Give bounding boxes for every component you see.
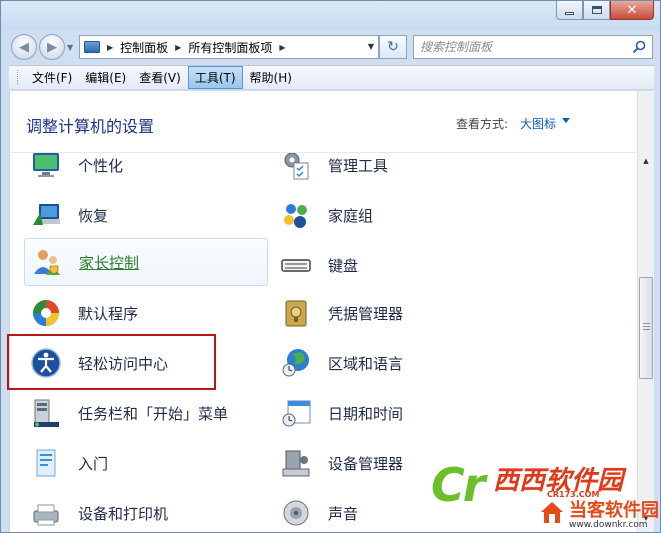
item-label: 轻松访问中心 [78,354,169,373]
homegroup-icon [284,204,307,228]
refresh-button[interactable]: ↻ [379,35,407,59]
control-panel-window: ✕ ◀ ▶ ▼ ▶ 控制面板 ▶ 所有控制面板项 ▶ ▼ ↻ 文件(F) 编辑(… [0,0,661,533]
menu-bar: 文件(F) 编辑(E) 查看(V) 工具(T) 帮助(H) [9,65,654,90]
menu-tools[interactable]: 工具(T) [187,66,243,89]
sound-icon [283,500,309,526]
maximize-icon [591,6,602,14]
forward-arrow-icon: ▶ [47,39,57,55]
address-dropdown-icon[interactable]: ▼ [368,42,374,51]
search-box[interactable] [413,35,653,59]
item-region-language[interactable]: 区域和语言 [274,339,624,387]
personalization-icon [33,153,59,177]
item-personalization[interactable]: 个性化 [24,153,268,189]
region-language-icon [282,349,309,377]
breadcrumb-all-items[interactable]: 所有控制面板项 [188,39,272,56]
item-label: 凭据管理器 [328,304,404,323]
item-label: 恢复 [78,206,109,225]
item-label: 个性化 [78,156,124,175]
item-label: 家长控制 [79,253,140,272]
credential-manager-icon [285,300,307,327]
control-panel-icon [84,41,100,53]
menu-view[interactable]: 查看(V) [133,66,187,89]
menu-file[interactable]: 文件(F) [26,66,78,89]
item-label: 设备和打印机 [78,504,169,523]
menu-grip [17,70,20,85]
breadcrumb-control-panel[interactable]: 控制面板 [120,39,168,56]
address-bar[interactable]: ▶ 控制面板 ▶ 所有控制面板项 ▶ ▼ [79,35,379,59]
item-parental-controls[interactable]: 家长控制 [24,238,268,286]
watermark-name-2: 当客软件园 [569,500,659,521]
watermark: Cr 西西软件园 CR173.COM 当客软件园 www.downkr.com [429,454,660,532]
maximize-button[interactable] [583,1,610,20]
getting-started-icon [36,449,56,477]
page-title: 调整计算机的设置 [26,117,155,136]
title-bar: ✕ [1,1,660,31]
back-arrow-icon: ◀ [19,39,29,55]
scroll-up-icon[interactable]: ▲ [638,153,654,169]
scrollbar-thumb[interactable] [639,277,653,379]
content-header: 调整计算机的设置 查看方式: 大图标 [10,91,638,153]
search-input[interactable] [414,36,614,58]
chevron-right-icon[interactable]: ▶ [279,43,285,52]
item-label: 设备管理器 [328,454,404,473]
watermark-logo: Cr [431,458,485,512]
item-taskbar-start-menu[interactable]: 任务栏和「开始」菜单 [24,389,268,437]
item-label: 声音 [328,504,359,523]
item-label: 默认程序 [78,304,139,323]
back-button[interactable]: ◀ [11,34,37,60]
item-keyboard[interactable]: 键盘 [274,241,624,289]
search-icon[interactable] [632,40,646,54]
recovery-icon [33,204,60,225]
view-by-arrow-icon[interactable] [562,118,570,123]
date-time-icon [282,400,311,427]
view-by-dropdown[interactable]: 大图标 [520,115,556,132]
item-admin-tools[interactable]: 管理工具 [274,153,624,189]
forward-button[interactable]: ▶ [39,34,65,60]
watermark-url: www.downkr.com [569,520,648,530]
item-recovery[interactable]: 恢复 [24,191,268,239]
close-button[interactable]: ✕ [610,1,654,20]
recent-pages-dropdown[interactable]: ▼ [67,43,73,52]
item-credential-manager[interactable]: 凭据管理器 [274,289,624,337]
item-label: 区域和语言 [328,354,404,373]
keyboard-icon [281,259,311,272]
item-label: 键盘 [328,256,359,275]
parental-controls-icon [34,250,60,275]
item-ease-of-access[interactable]: 轻松访问中心 [24,339,268,387]
admin-tools-icon [284,153,309,180]
refresh-icon: ↻ [387,39,399,55]
item-default-programs[interactable]: 默认程序 [24,289,268,337]
view-by-label: 查看方式: [456,117,509,131]
item-label: 任务栏和「开始」菜单 [78,404,229,423]
window-controls: ✕ [556,1,654,20]
close-icon: ✕ [626,2,638,18]
item-label: 家庭组 [328,206,374,225]
item-date-time[interactable]: 日期和时间 [274,389,624,437]
menu-edit[interactable]: 编辑(E) [79,66,132,89]
chevron-right-icon[interactable]: ▶ [107,43,113,52]
menu-help[interactable]: 帮助(H) [244,66,298,89]
devices-printers-icon [33,504,59,526]
item-getting-started[interactable]: 入门 [24,439,268,487]
item-homegroup[interactable]: 家庭组 [274,191,624,239]
default-programs-icon [33,300,59,326]
taskbar-icon [34,399,59,427]
ease-of-access-icon [31,348,61,378]
item-label: 管理工具 [328,156,389,175]
item-devices-printers[interactable]: 设备和打印机 [24,489,268,532]
item-label: 日期和时间 [328,404,404,423]
item-label: 入门 [78,454,109,473]
minimize-icon [565,11,574,15]
navigation-bar: ◀ ▶ ▼ ▶ 控制面板 ▶ 所有控制面板项 ▶ ▼ ↻ [1,31,660,63]
minimize-button[interactable] [556,1,583,20]
house-icon [541,502,563,523]
grip-icon [643,323,650,330]
device-manager-icon [282,450,310,477]
chevron-right-icon[interactable]: ▶ [175,43,181,52]
